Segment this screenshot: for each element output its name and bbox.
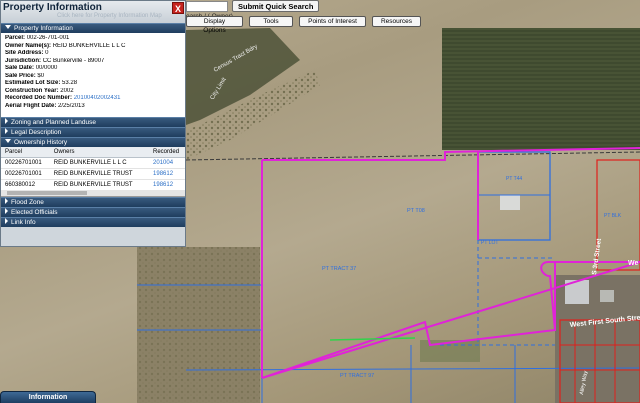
street-label-right: We — [628, 260, 638, 267]
sale-price-row: Sale Price: $0 — [5, 72, 45, 79]
table-row[interactable]: 660380012 REID BUNKERVILLE TRUST 198612 — [1, 179, 185, 191]
resources-button[interactable]: Resources — [372, 16, 421, 27]
ownership-table: Parcel Owners Recorded 00226701001 REID … — [1, 147, 185, 197]
section-label: Property Information — [14, 25, 73, 32]
column-parcel[interactable]: Parcel — [1, 147, 50, 158]
cell-parcel: 00226701001 — [1, 168, 50, 180]
chevron-down-icon — [5, 139, 11, 144]
parcel-label: PT LOT — [481, 240, 498, 246]
chevron-right-icon — [5, 128, 8, 135]
chevron-right-icon — [5, 208, 8, 215]
cell-recorded-link[interactable]: 198612 — [149, 168, 185, 180]
recorded-doc-row: Recorded Doc Number: 20100402002431 — [5, 95, 121, 101]
building — [600, 290, 614, 302]
submit-quick-search-button[interactable]: Submit Quick Search — [232, 0, 320, 12]
cell-recorded-link[interactable]: 201004 — [149, 157, 185, 169]
open-land-texture — [137, 247, 260, 403]
chevron-right-icon — [5, 218, 8, 225]
panel-header: Property Information Click here for Prop… — [1, 1, 185, 23]
section-property-information[interactable]: Property Information — [1, 23, 185, 33]
chevron-down-icon — [5, 25, 11, 30]
tract-label: PT TRACT 97 — [340, 373, 374, 379]
cell-parcel: 660380012 — [1, 179, 50, 191]
points-of-interest-button[interactable]: Points of Interest — [299, 16, 366, 27]
section-link-info[interactable]: Link Info — [1, 217, 185, 227]
boundary-road — [185, 151, 640, 161]
search-input[interactable] — [186, 1, 228, 12]
parcel-row: Parcel: 002-26-701-001 — [5, 35, 70, 41]
information-tab[interactable]: Information — [0, 391, 96, 403]
crop-rows — [442, 28, 640, 150]
aerial-flight-row: Aerial Flight Date: 2/25/2013 — [5, 102, 85, 109]
table-row[interactable]: 00226701001 REID BUNKERVILLE L L C 20100… — [1, 157, 185, 169]
section-ownership[interactable]: Ownership History — [1, 137, 185, 147]
scrollbar-thumb[interactable] — [7, 191, 87, 195]
chevron-right-icon — [5, 198, 8, 205]
toolbar: Display Options Tools Points of Interest… — [186, 16, 421, 34]
close-icon[interactable]: X — [172, 2, 184, 14]
property-details: Parcel: 002-26-701-001 Owner Name(s): RE… — [1, 33, 185, 117]
jurisdiction-row: Jurisdiction: CC Bunkerville - 89007 — [5, 57, 105, 64]
owner-row: Owner Name(s): REID BUNKERVILLE L L C — [5, 42, 126, 49]
search-bar: Submit Quick Search earch / ( Owner) — [186, 0, 640, 20]
horizontal-scrollbar[interactable] — [1, 190, 185, 196]
panel-title: Property Information — [3, 2, 102, 13]
section-legal[interactable]: Legal Description — [1, 127, 185, 137]
section-flood-zone[interactable]: Flood Zone — [1, 197, 185, 207]
table-header: Parcel Owners Recorded — [1, 147, 185, 158]
building — [500, 195, 520, 210]
section-elected-officials[interactable]: Elected Officials — [1, 207, 185, 217]
construction-year-row: Construction Year: 2002 — [5, 87, 74, 94]
column-owners[interactable]: Owners — [49, 147, 150, 158]
recorded-doc-link[interactable]: 20100402002431 — [74, 95, 121, 101]
cell-owner: REID BUNKERVILLE TRUST — [49, 179, 150, 191]
cell-owner: REID BUNKERVILLE L L C — [49, 157, 150, 169]
panel-subtitle[interactable]: Click here for Property Information Map — [57, 13, 162, 19]
tract-label: PT TRACT 37 — [322, 266, 356, 272]
cell-parcel: 00226701001 — [1, 157, 50, 169]
parcel-label: PT BLK — [604, 213, 622, 219]
tools-button[interactable]: Tools — [249, 16, 293, 27]
green-boundary — [329, 337, 416, 341]
section-zoning[interactable]: Zoning and Planned Landuse — [1, 117, 185, 127]
sale-date-row: Sale Date: 00/0000 — [5, 65, 58, 71]
column-recorded[interactable]: Recorded — [149, 147, 185, 158]
site-address-row: Site Address: 0 — [5, 50, 49, 56]
cell-owner: REID BUNKERVILLE TRUST — [49, 168, 150, 180]
display-options-button[interactable]: Display Options — [186, 16, 243, 34]
property-panel: Property Information Click here for Prop… — [0, 0, 186, 247]
cell-recorded-link[interactable]: 198612 — [149, 179, 185, 191]
parcel-label: PT T08 — [407, 208, 425, 214]
table-row[interactable]: 00226701001 REID BUNKERVILLE TRUST 19861… — [1, 168, 185, 180]
parcel-label: PT T44 — [506, 176, 522, 182]
chevron-right-icon — [5, 118, 8, 125]
lot-size-row: Estimated Lot Size: 53.28 — [5, 80, 78, 86]
